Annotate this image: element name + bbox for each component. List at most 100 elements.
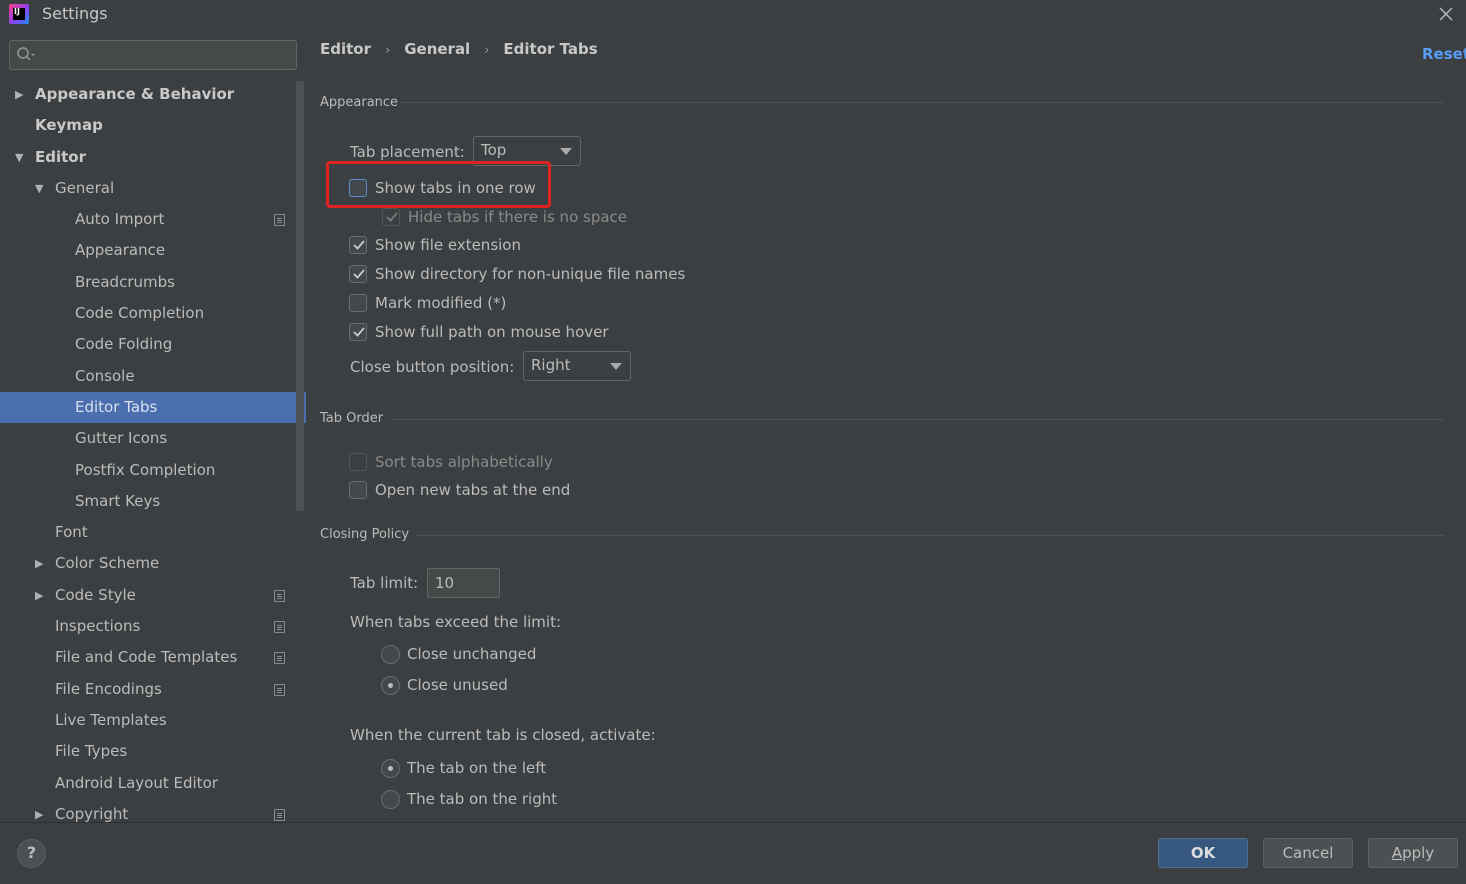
- hide-no-space-label: Hide tabs if there is no space: [408, 208, 628, 226]
- collapse-arrow-icon[interactable]: ▶: [35, 799, 47, 822]
- show-directory-checkbox[interactable]: [349, 265, 367, 283]
- project-scope-icon: [274, 683, 285, 696]
- breadcrumb-editor: Editor: [320, 40, 371, 58]
- show-full-path-checkbox[interactable]: [349, 323, 367, 341]
- close-button-position-dropdown[interactable]: Right: [523, 351, 631, 381]
- ok-button[interactable]: OK: [1158, 838, 1248, 868]
- collapse-arrow-icon[interactable]: ▶: [15, 79, 27, 110]
- sort-alphabetically-label: Sort tabs alphabetically: [375, 453, 553, 471]
- sidebar-item-inspections[interactable]: Inspections: [0, 611, 306, 642]
- sidebar-item-label: File and Code Templates: [55, 648, 238, 667]
- chevron-down-icon: [610, 363, 622, 370]
- search-input[interactable]: [40, 44, 290, 66]
- radio-selected-dot: [388, 683, 393, 688]
- sidebar-item-code-completion[interactable]: Code Completion: [0, 298, 306, 329]
- check-icon: [353, 327, 365, 337]
- sidebar-item-label: Color Scheme: [55, 554, 160, 573]
- close-unused-label: Close unused: [407, 676, 508, 694]
- show-one-row-checkbox[interactable]: [349, 179, 367, 197]
- hide-no-space-checkbox[interactable]: [382, 208, 400, 226]
- sidebar-item-code-style[interactable]: ▶ Code Style: [0, 580, 306, 611]
- sidebar-item-file-encodings[interactable]: File Encodings: [0, 674, 306, 705]
- sidebar-item-android-layout-editor[interactable]: Android Layout Editor: [0, 768, 306, 799]
- sidebar-item-copyright[interactable]: ▶ Copyright: [0, 799, 306, 822]
- sidebar-item-general[interactable]: ▼ General: [0, 173, 306, 204]
- project-scope-icon: [274, 652, 285, 665]
- section-title-closing-policy: Closing Policy: [320, 527, 410, 542]
- sidebar-item-label: Appearance & Behavior: [35, 85, 235, 103]
- show-extension-label: Show file extension: [375, 236, 521, 254]
- mark-modified-checkbox[interactable]: [349, 294, 367, 312]
- show-full-path-label: Show full path on mouse hover: [375, 323, 609, 341]
- sidebar-item-appearance[interactable]: Appearance: [0, 235, 306, 266]
- tab-on-left-radio[interactable]: [381, 759, 400, 778]
- reset-link[interactable]: Reset: [1422, 45, 1466, 63]
- sidebar-item-file-types[interactable]: File Types: [0, 736, 306, 767]
- sidebar-item-live-templates[interactable]: Live Templates: [0, 705, 306, 736]
- help-button[interactable]: ?: [17, 839, 46, 868]
- collapse-arrow-icon[interactable]: ▶: [35, 548, 47, 579]
- dialog-footer: ? OK Cancel Apply: [0, 822, 1466, 884]
- apply-mnemonic: A: [1391, 844, 1403, 862]
- tab-limit-label: Tab limit:: [350, 574, 419, 592]
- sidebar-item-keymap[interactable]: Keymap: [0, 110, 306, 141]
- check-icon: [353, 240, 365, 250]
- sidebar-item-auto-import[interactable]: Auto Import: [0, 204, 306, 235]
- show-extension-checkbox[interactable]: [349, 236, 367, 254]
- apply-button[interactable]: Apply: [1368, 838, 1458, 868]
- sidebar-item-editor[interactable]: ▼ Editor: [0, 142, 306, 173]
- expand-arrow-icon[interactable]: ▼: [35, 173, 47, 204]
- sort-alphabetically-checkbox[interactable]: [349, 453, 367, 471]
- radio-selected-dot: [388, 766, 393, 771]
- scrollbar-thumb[interactable]: [296, 81, 304, 511]
- sidebar-item-label: Breadcrumbs: [75, 272, 175, 291]
- tab-placement-dropdown[interactable]: Top: [473, 136, 581, 166]
- breadcrumb-separator: ›: [385, 43, 391, 58]
- sidebar-item-file-and-code-templates[interactable]: File and Code Templates: [0, 642, 306, 673]
- close-unchanged-radio[interactable]: [381, 645, 400, 664]
- logo-text: IJ: [13, 8, 25, 20]
- sidebar-item-label: Gutter Icons: [75, 429, 168, 448]
- tab-limit-input[interactable]: [427, 568, 500, 598]
- project-scope-icon: [274, 214, 285, 227]
- sidebar-item-breadcrumbs[interactable]: Breadcrumbs: [0, 267, 306, 298]
- cancel-button[interactable]: Cancel: [1263, 838, 1353, 868]
- section-divider: [392, 419, 1444, 420]
- window-title: Settings: [42, 4, 108, 23]
- sidebar-item-gutter-icons[interactable]: Gutter Icons: [0, 423, 306, 454]
- search-field[interactable]: [9, 40, 297, 70]
- sidebar-item-font[interactable]: Font: [0, 517, 306, 548]
- open-at-end-checkbox[interactable]: [349, 481, 367, 499]
- section-divider: [400, 102, 1444, 103]
- settings-tree: ▶ Appearance & Behavior Keymap ▼ Editor ▼ Gene…: [0, 79, 306, 822]
- show-one-row-label: Show tabs in one row: [375, 179, 536, 197]
- sidebar-item-label: File Types: [55, 742, 128, 761]
- sidebar-item-label: Android Layout Editor: [55, 773, 218, 792]
- sidebar-scrollbar[interactable]: [296, 81, 304, 511]
- sidebar-item-color-scheme[interactable]: ▶ Color Scheme: [0, 548, 306, 579]
- apply-label: pply: [1402, 844, 1435, 862]
- project-scope-icon: [274, 621, 285, 634]
- sidebar-item-label: Live Templates: [55, 710, 167, 729]
- sidebar-item-code-folding[interactable]: Code Folding: [0, 329, 306, 360]
- title-bar: IJ Settings: [0, 0, 1466, 28]
- sidebar-item-editor-tabs[interactable]: Editor Tabs: [0, 391, 306, 424]
- settings-sidebar: ▶ Appearance & Behavior Keymap ▼ Editor ▼ Gene…: [0, 28, 306, 822]
- exceed-limit-label: When tabs exceed the limit:: [350, 613, 562, 631]
- sidebar-item-postfix-completion[interactable]: Postfix Completion: [0, 455, 306, 486]
- chevron-down-icon: [560, 148, 572, 155]
- tab-on-right-radio[interactable]: [381, 790, 400, 809]
- expand-arrow-icon[interactable]: ▼: [15, 142, 27, 173]
- sidebar-item-smart-keys[interactable]: Smart Keys: [0, 486, 306, 517]
- show-directory-label: Show directory for non-unique file names: [375, 265, 686, 283]
- sidebar-item-label: Keymap: [35, 116, 103, 135]
- sidebar-item-console[interactable]: Console: [0, 361, 306, 392]
- sidebar-item-label: Appearance: [75, 241, 166, 260]
- search-icon: [16, 46, 36, 64]
- close-icon[interactable]: [1434, 2, 1458, 26]
- sidebar-item-label: File Encodings: [55, 679, 162, 698]
- close-unused-radio[interactable]: [381, 676, 400, 695]
- sidebar-item-appearance-behavior[interactable]: ▶ Appearance & Behavior: [0, 79, 306, 110]
- open-at-end-label: Open new tabs at the end: [375, 481, 571, 499]
- collapse-arrow-icon[interactable]: ▶: [35, 580, 47, 611]
